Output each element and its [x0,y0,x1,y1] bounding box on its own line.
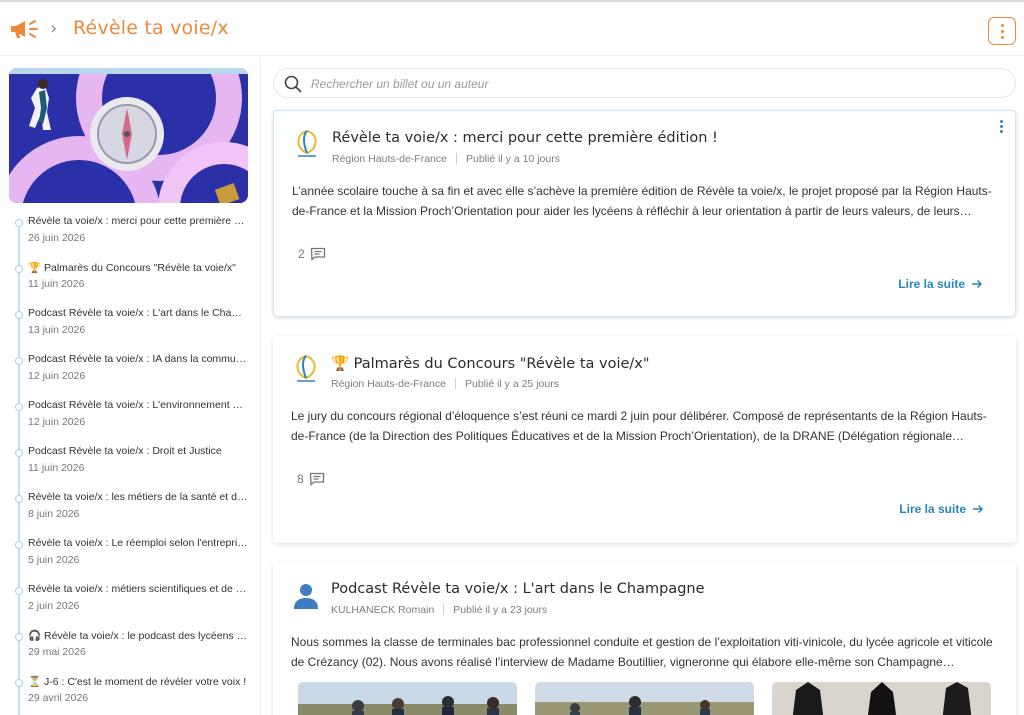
sidebar-post-title[interactable]: Révèle ta voie/x : les métiers de la san… [28,491,248,503]
search-icon [284,75,302,93]
post-title[interactable]: 🏆 Palmarès du Concours "Révèle ta voie/x… [331,355,650,372]
sidebar-post-title[interactable]: Révèle ta voie/x : merci pour cette prem… [28,215,248,227]
comments-button[interactable]: 2 [298,247,326,261]
sidebar-post-item[interactable]: 🏆 Palmarès du Concours "Révèle ta voie/x… [15,261,250,301]
sidebar-post-date: 5 juin 2026 [28,554,80,566]
comment-count: 8 [297,472,304,486]
post-excerpt: Nous sommes la classe de terminales bac … [291,635,993,669]
sidebar-post-item[interactable]: Révèle ta voie/x : merci pour cette prem… [15,215,250,255]
sidebar-post-title[interactable]: Podcast Révèle ta voie/x : L'art dans le… [28,307,248,319]
sidebar-post-title[interactable]: Révèle ta voie/x : Le réemploi selon l'e… [28,537,248,549]
post-image[interactable] [535,682,754,715]
timeline-dot [15,495,23,503]
hero-image [9,68,248,203]
region-logo-icon [297,129,317,157]
sidebar-post-title[interactable]: Podcast Révèle ta voie/x : L'environneme… [28,399,248,411]
read-more-link[interactable]: Lire la suite [898,277,983,291]
sidebar-post-date: 11 juin 2026 [28,278,85,290]
sidebar-post-item[interactable]: Podcast Révèle ta voie/x : Droit et Just… [15,445,250,485]
sidebar-post-title[interactable]: ⏳ J-6 : C'est le moment de révéler votre… [28,675,248,688]
sidebar-post-date: 13 juin 2026 [28,324,86,336]
megaphone-icon[interactable] [9,18,41,40]
timeline-dot [15,219,23,227]
timeline-dot [15,541,23,549]
comments-button[interactable]: 8 [297,472,325,486]
post-meta: KULHANECK Romain Publié il y a 23 jours [331,604,547,616]
post-meta: Région Hauts-de-France Publié il y a 25 j… [331,378,559,390]
post-author[interactable]: Région Hauts-de-France [332,153,447,165]
sidebar-post-title[interactable]: 🎧 Révèle ta voie/x : le podcast des lycé… [28,629,248,642]
post-author[interactable]: Région Hauts-de-France [331,378,446,390]
sidebar-post-item[interactable]: 🎧 Révèle ta voie/x : le podcast des lycé… [15,629,250,669]
timeline-dot [15,311,23,319]
timeline-dot [15,449,23,457]
timeline-dot [15,587,23,595]
sidebar-post-date: 12 juin 2026 [28,370,86,382]
comment-icon [309,472,324,486]
timeline-dot [15,679,23,687]
sidebar-post-title[interactable]: Podcast Révèle ta voie/x : IA dans la co… [28,353,248,365]
read-more-link[interactable]: Lire la suite [899,502,984,516]
top-bar: › Révèle ta voie/x [0,0,1024,56]
sidebar-post-date: 2 juin 2026 [28,600,80,612]
sidebar-post-date: 12 juin 2026 [28,416,86,428]
sidebar: Révèle ta voie/x : merci pour cette prem… [0,57,261,715]
timeline-dot [15,403,23,411]
sidebar-post-item[interactable]: Révèle ta voie/x : métiers scientifiques… [15,583,250,623]
comment-icon [310,247,325,261]
post-title[interactable]: Podcast Révèle ta voie/x : L'art dans le… [331,581,705,597]
timeline-dot [15,265,23,273]
sidebar-post-date: 26 juin 2026 [28,232,86,244]
post-card[interactable]: Podcast Révèle ta voie/x : L'art dans le… [273,562,1016,715]
sidebar-post-item[interactable]: Podcast Révèle ta voie/x : L'art dans le… [15,307,250,347]
avatar [294,584,318,609]
sidebar-post-item[interactable]: Révèle ta voie/x : les métiers de la san… [15,491,250,531]
chevron-right-icon: › [50,18,58,39]
sidebar-post-title[interactable]: Révèle ta voie/x : métiers scientifiques… [28,583,248,595]
page-title[interactable]: Révèle ta voie/x [73,17,229,39]
arrow-right-icon [973,504,984,514]
sidebar-post-item[interactable]: Révèle ta voie/x : Le réemploi selon l'e… [15,537,250,577]
post-image[interactable] [298,682,517,715]
sidebar-post-item[interactable]: Podcast Révèle ta voie/x : L'environneme… [15,399,250,439]
sidebar-post-title[interactable]: 🏆 Palmarès du Concours "Révèle ta voie/x… [28,261,248,274]
post-date: Publié il y a 25 jours [464,378,559,390]
sidebar-post-date: 11 juin 2026 [28,462,85,474]
more-vert-icon [999,120,1003,123]
timeline-dot [15,357,23,365]
sidebar-post-date: 29 avril 2026 [28,692,89,704]
post-date: Publié il y a 10 jours [465,153,560,165]
sidebar-post-item[interactable]: ⏳ J-6 : C'est le moment de révéler votre… [15,675,250,715]
sidebar-post-date: 29 mai 2026 [28,646,86,658]
post-meta: Région Hauts-de-France Publié il y a 10 j… [332,153,560,165]
more-vert-icon [1000,23,1004,27]
sidebar-post-date: 8 juin 2026 [28,508,80,520]
post-excerpt: L’année scolaire touche à sa fin et avec… [292,184,992,218]
search-input[interactable]: Rechercher un billet ou un auteur [311,77,488,91]
post-author[interactable]: KULHANECK Romain [331,604,434,616]
post-menu-button[interactable] [998,120,1004,134]
search-bar[interactable]: Rechercher un billet ou un auteur [273,68,1016,98]
sidebar-post-title[interactable]: Podcast Révèle ta voie/x : Droit et Just… [28,445,248,457]
comment-count: 2 [298,247,305,261]
timeline-dot [15,633,23,641]
post-title[interactable]: Révèle ta voie/x : merci pour cette prem… [332,130,718,146]
post-excerpt: Le jury du concours régional d’éloquence… [291,409,987,443]
more-menu-button[interactable] [988,17,1016,45]
post-date: Publié il y a 23 jours [453,604,548,616]
arrow-right-icon [972,279,983,289]
post-card[interactable]: Révèle ta voie/x : merci pour cette prem… [273,110,1016,317]
post-card[interactable]: 🏆 Palmarès du Concours "Révèle ta voie/x… [273,336,1016,543]
post-image[interactable] [772,682,991,715]
sidebar-post-item[interactable]: Podcast Révèle ta voie/x : IA dans la co… [15,353,250,393]
region-logo-icon [296,354,316,382]
